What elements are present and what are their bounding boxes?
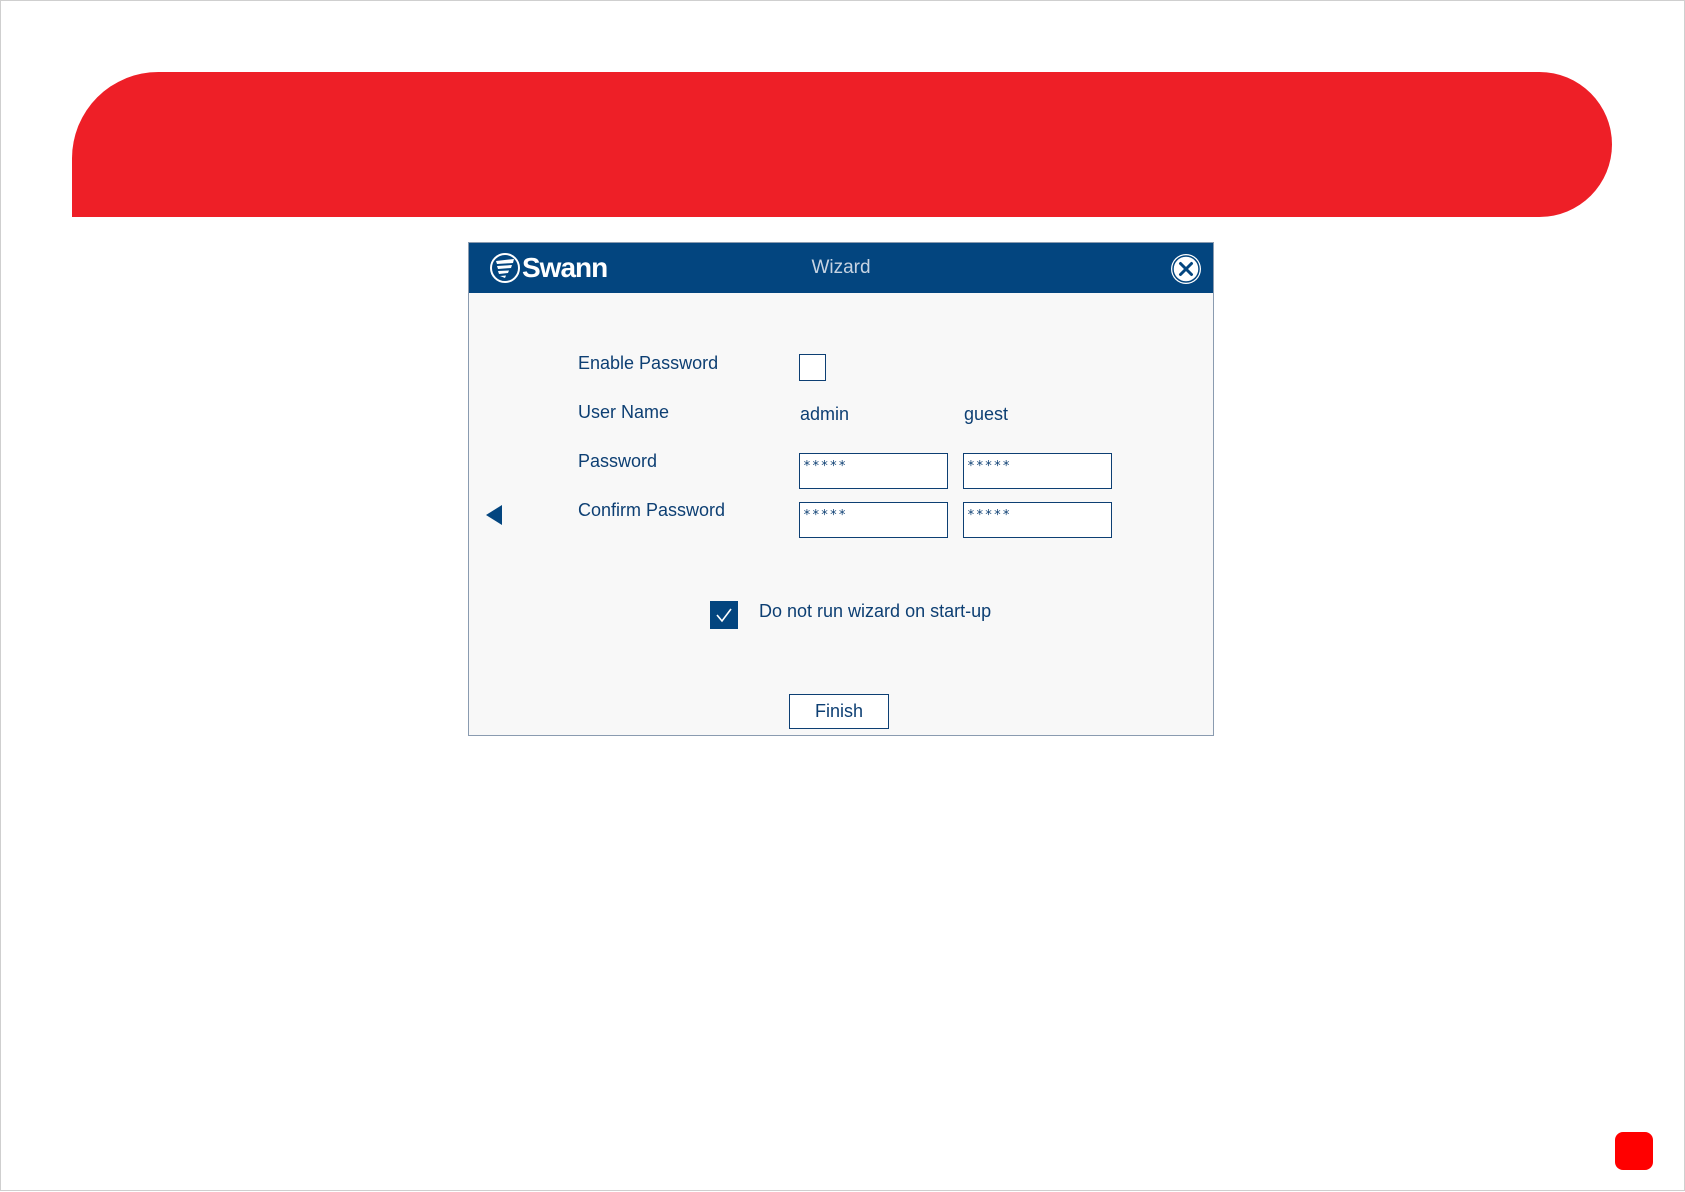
- left-arrow-icon[interactable]: [486, 505, 502, 525]
- enable-password-checkbox[interactable]: [799, 354, 826, 381]
- dialog-titlebar: Swann Wizard: [469, 243, 1213, 293]
- close-icon: [1172, 255, 1200, 283]
- enable-password-label: Enable Password: [578, 353, 719, 373]
- finish-button[interactable]: Finish: [789, 694, 889, 729]
- header-banner: [72, 72, 1612, 217]
- page-badge: [1615, 1132, 1653, 1170]
- admin-username: admin: [800, 404, 850, 424]
- dialog-title: Wizard: [811, 257, 871, 278]
- close-button[interactable]: [1171, 254, 1201, 284]
- guest-password-field[interactable]: *****: [963, 453, 1112, 489]
- password-label: Password: [578, 451, 658, 471]
- guest-confirm-password-field[interactable]: *****: [963, 502, 1112, 538]
- confirm-password-label: Confirm Password: [578, 500, 726, 520]
- skip-wizard-label: Do not run wizard on start-up: [759, 601, 992, 621]
- guest-username: guest: [964, 404, 1009, 424]
- checkmark-icon: [716, 608, 732, 623]
- admin-confirm-password-field[interactable]: *****: [799, 502, 948, 538]
- skip-wizard-checkbox[interactable]: [710, 601, 738, 629]
- wizard-dialog: Swann Wizard Enable Password User Name a…: [468, 242, 1214, 736]
- admin-password-field[interactable]: *****: [799, 453, 948, 489]
- user-name-label: User Name: [578, 402, 670, 422]
